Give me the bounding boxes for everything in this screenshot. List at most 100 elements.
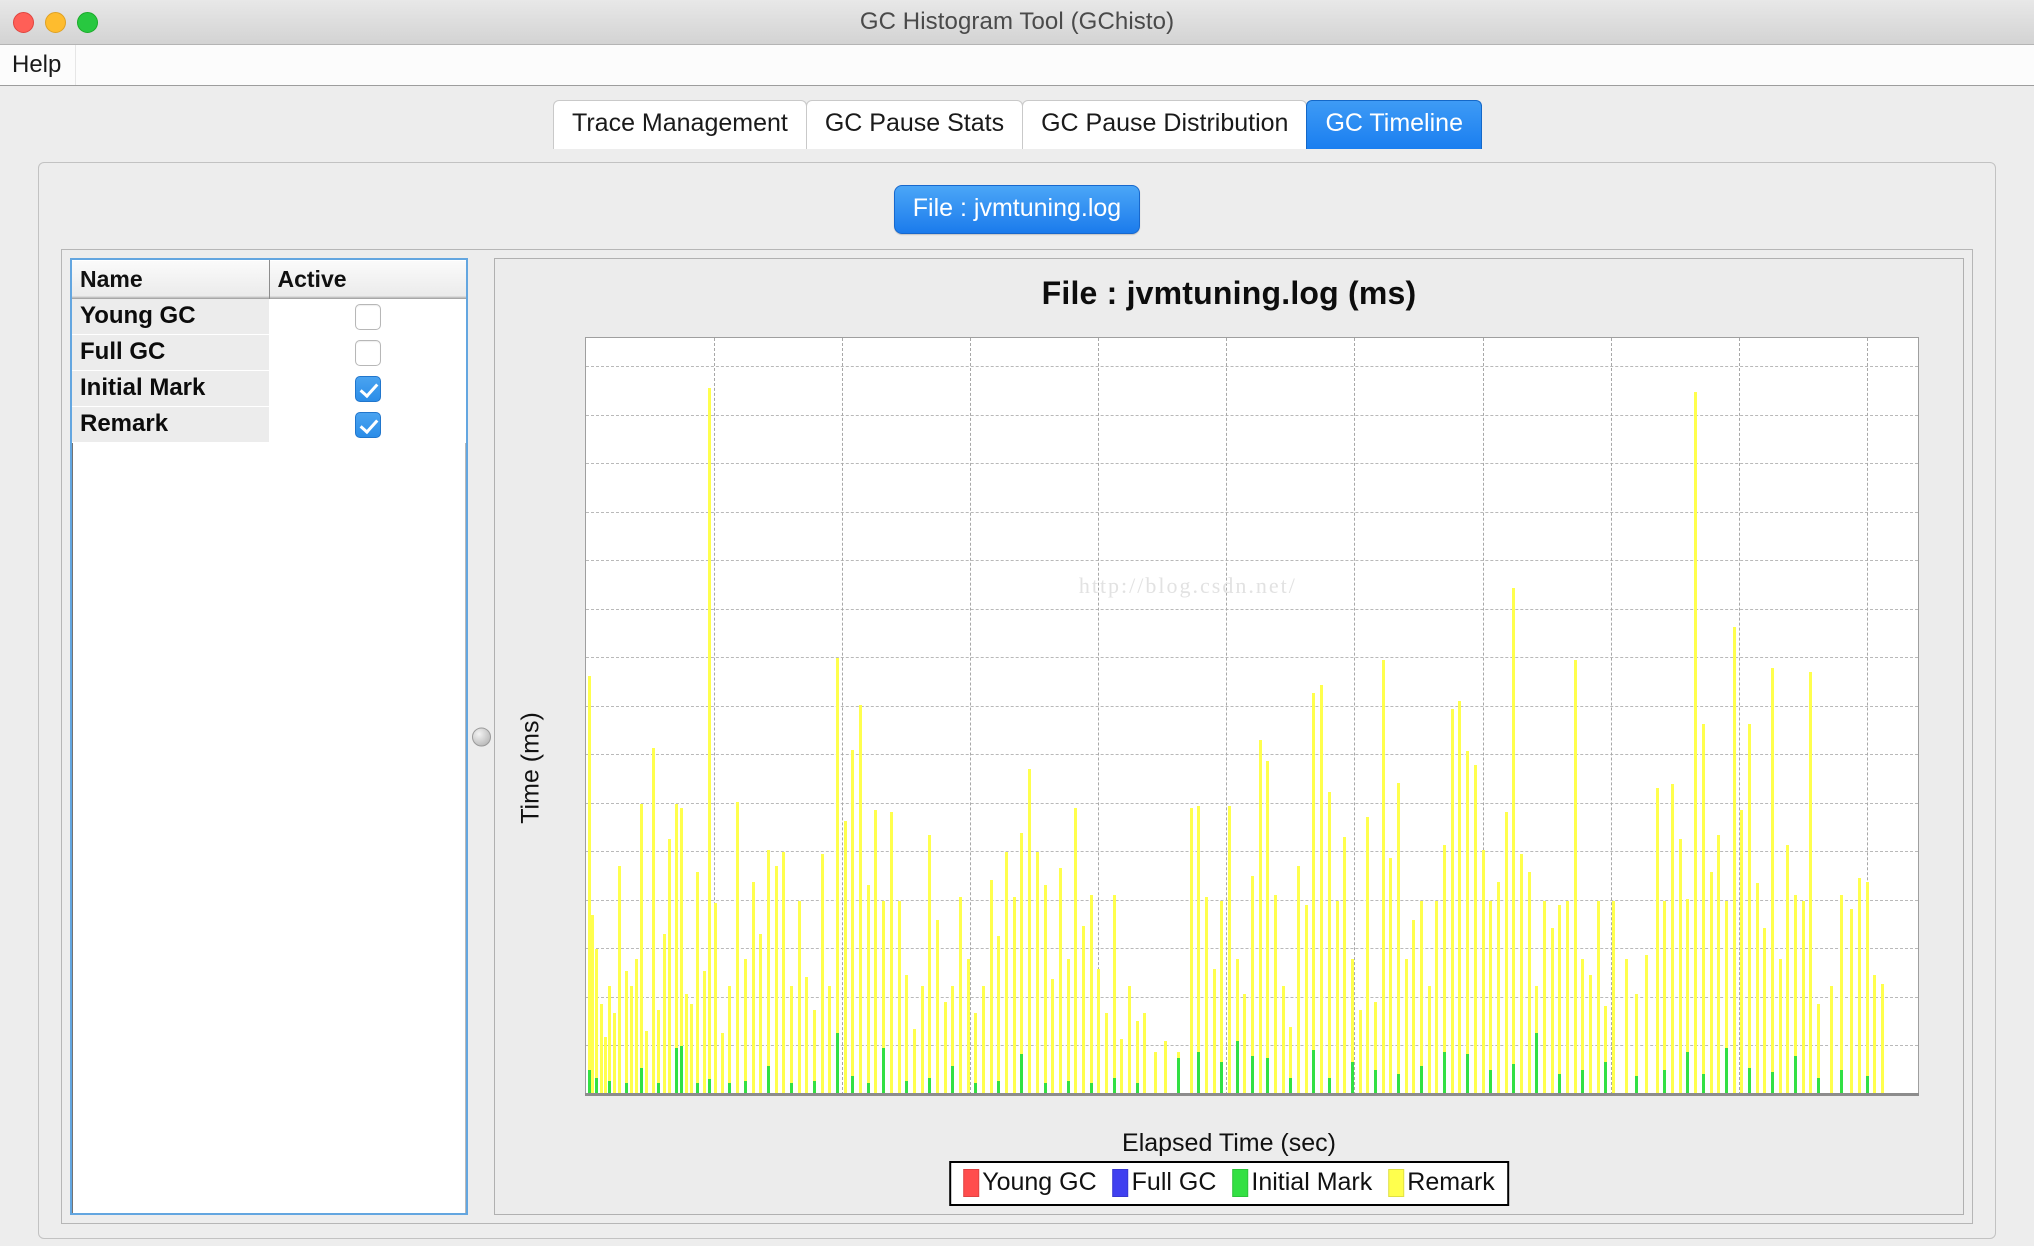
bar-remark [1258,739,1262,1095]
bar-remark [828,986,832,1095]
y-axis-tick-label: 750 [585,936,586,963]
gridline-horizontal [586,802,1918,804]
menu-item-help[interactable]: Help [0,45,77,85]
bar-remark [774,865,778,1095]
bar-remark [1012,897,1016,1095]
cell-active-checkbox[interactable] [269,299,466,335]
bar-initial-mark [1466,1054,1470,1095]
bar-remark [1558,904,1562,1095]
minimize-window-button[interactable] [45,11,66,33]
gc-activity-table-pane[interactable]: Name Active Young GC Full GC Initial Mark R… [70,258,468,1215]
bar-initial-mark [1747,1067,1751,1095]
legend-item: Remark [1388,1168,1495,1197]
checkbox-initial-mark[interactable] [354,376,381,403]
bar-remark [1327,792,1331,1095]
bar-remark [1435,900,1439,1095]
x-axis-line [585,1093,1919,1096]
bar-remark [728,986,732,1095]
bar-remark [629,986,633,1095]
bar-remark [1671,784,1675,1095]
bar-remark [889,811,893,1095]
split-pane-divider-handle[interactable] [472,727,491,746]
bar-remark [1519,854,1523,1095]
bar-remark [1858,877,1862,1095]
checkbox-remark[interactable] [354,412,381,439]
table-row[interactable]: Remark [72,406,466,443]
y-axis-tick-label: 1,750 [585,742,586,769]
tab-gc-pause-distribution[interactable]: GC Pause Distribution [1022,100,1308,149]
gridline-horizontal [586,366,1918,368]
bar-initial-mark [1235,1040,1239,1095]
close-window-button[interactable] [13,11,34,33]
application-window: GC Histogram Tool (GChisto) Help Trace M… [0,0,2034,1246]
column-header-name[interactable]: Name [72,260,270,299]
y-axis-tick-label: 3,750 [585,354,586,381]
gridline-horizontal [586,705,1918,707]
bar-initial-mark [1266,1058,1270,1095]
maximize-window-button[interactable] [77,11,98,33]
bar-remark [1120,1038,1124,1095]
checkbox-young-gc[interactable] [354,304,381,331]
bar-remark [843,821,847,1095]
column-header-active[interactable]: Active [269,260,466,299]
file-tab-jvmtuning-log[interactable]: File : jvmtuning.log [893,185,1141,234]
bar-remark [920,986,924,1095]
bar-initial-mark [1701,1073,1705,1095]
y-axis-tick-mark [585,463,586,464]
table-row[interactable]: Full GC [72,334,466,371]
legend-label: Young GC [982,1168,1097,1196]
bar-remark [1865,881,1869,1095]
bar-initial-mark [1686,1052,1690,1095]
cell-active-checkbox[interactable] [269,406,466,443]
bar-remark [1058,867,1062,1095]
bar-initial-mark [951,1065,955,1095]
bar-remark [905,974,909,1095]
table-row[interactable]: Initial Mark [72,370,466,407]
tab-gc-timeline[interactable]: GC Timeline [1306,100,1482,149]
bar-remark [1051,978,1055,1095]
bar-initial-mark [1840,1069,1844,1095]
bar-initial-mark [1663,1069,1667,1095]
bar-remark [651,747,655,1095]
bar-remark [736,801,740,1095]
bar-initial-mark [1420,1065,1424,1095]
y-axis-tick-label: 2,000 [585,693,586,720]
bar-remark [1404,959,1408,1095]
tab-trace-management[interactable]: Trace Management [553,100,807,149]
bar-remark [982,986,986,1095]
bar-remark [600,1003,604,1095]
checkbox-full-gc[interactable] [354,340,381,367]
bar-initial-mark [1197,1052,1201,1095]
bar-remark [789,986,793,1095]
cell-active-checkbox[interactable] [269,370,466,407]
plot-area[interactable]: http://blog.csdn.net/ 02505007501,0001,2… [585,337,1919,1096]
bar-initial-mark [674,1048,678,1095]
gc-timeline-panel: File : jvmtuning.log Name Active Young G… [38,162,1996,1239]
bar-remark [997,935,1001,1095]
bar-remark [1786,844,1790,1095]
bar-remark [1243,994,1247,1095]
legend-swatch-initial-mark [1232,1168,1249,1197]
tab-gc-pause-stats[interactable]: GC Pause Stats [805,100,1024,149]
bar-initial-mark [766,1065,770,1095]
bar-remark [720,1032,724,1095]
gridline-vertical [1354,338,1356,1095]
bar-remark [1274,895,1278,1095]
bar-remark [1755,883,1759,1095]
legend-label: Full GC [1131,1168,1217,1196]
bar-remark [836,658,840,1095]
y-axis-tick-label: 3,250 [585,451,586,478]
table-row[interactable]: Young GC [72,299,466,335]
bar-initial-mark [679,1046,683,1095]
bar-initial-mark [1724,1048,1728,1095]
legend-item: Full GC [1112,1168,1217,1197]
bar-remark [1028,768,1032,1095]
split-pane-divider[interactable] [468,250,494,1223]
cell-gc-name: Full GC [72,334,269,371]
cell-gc-name: Initial Mark [72,370,269,407]
cell-active-checkbox[interactable] [269,334,466,371]
y-axis-tick-mark [585,706,586,707]
bar-remark [1504,811,1508,1095]
bar-remark [759,933,763,1095]
bar-remark [1550,928,1554,1095]
